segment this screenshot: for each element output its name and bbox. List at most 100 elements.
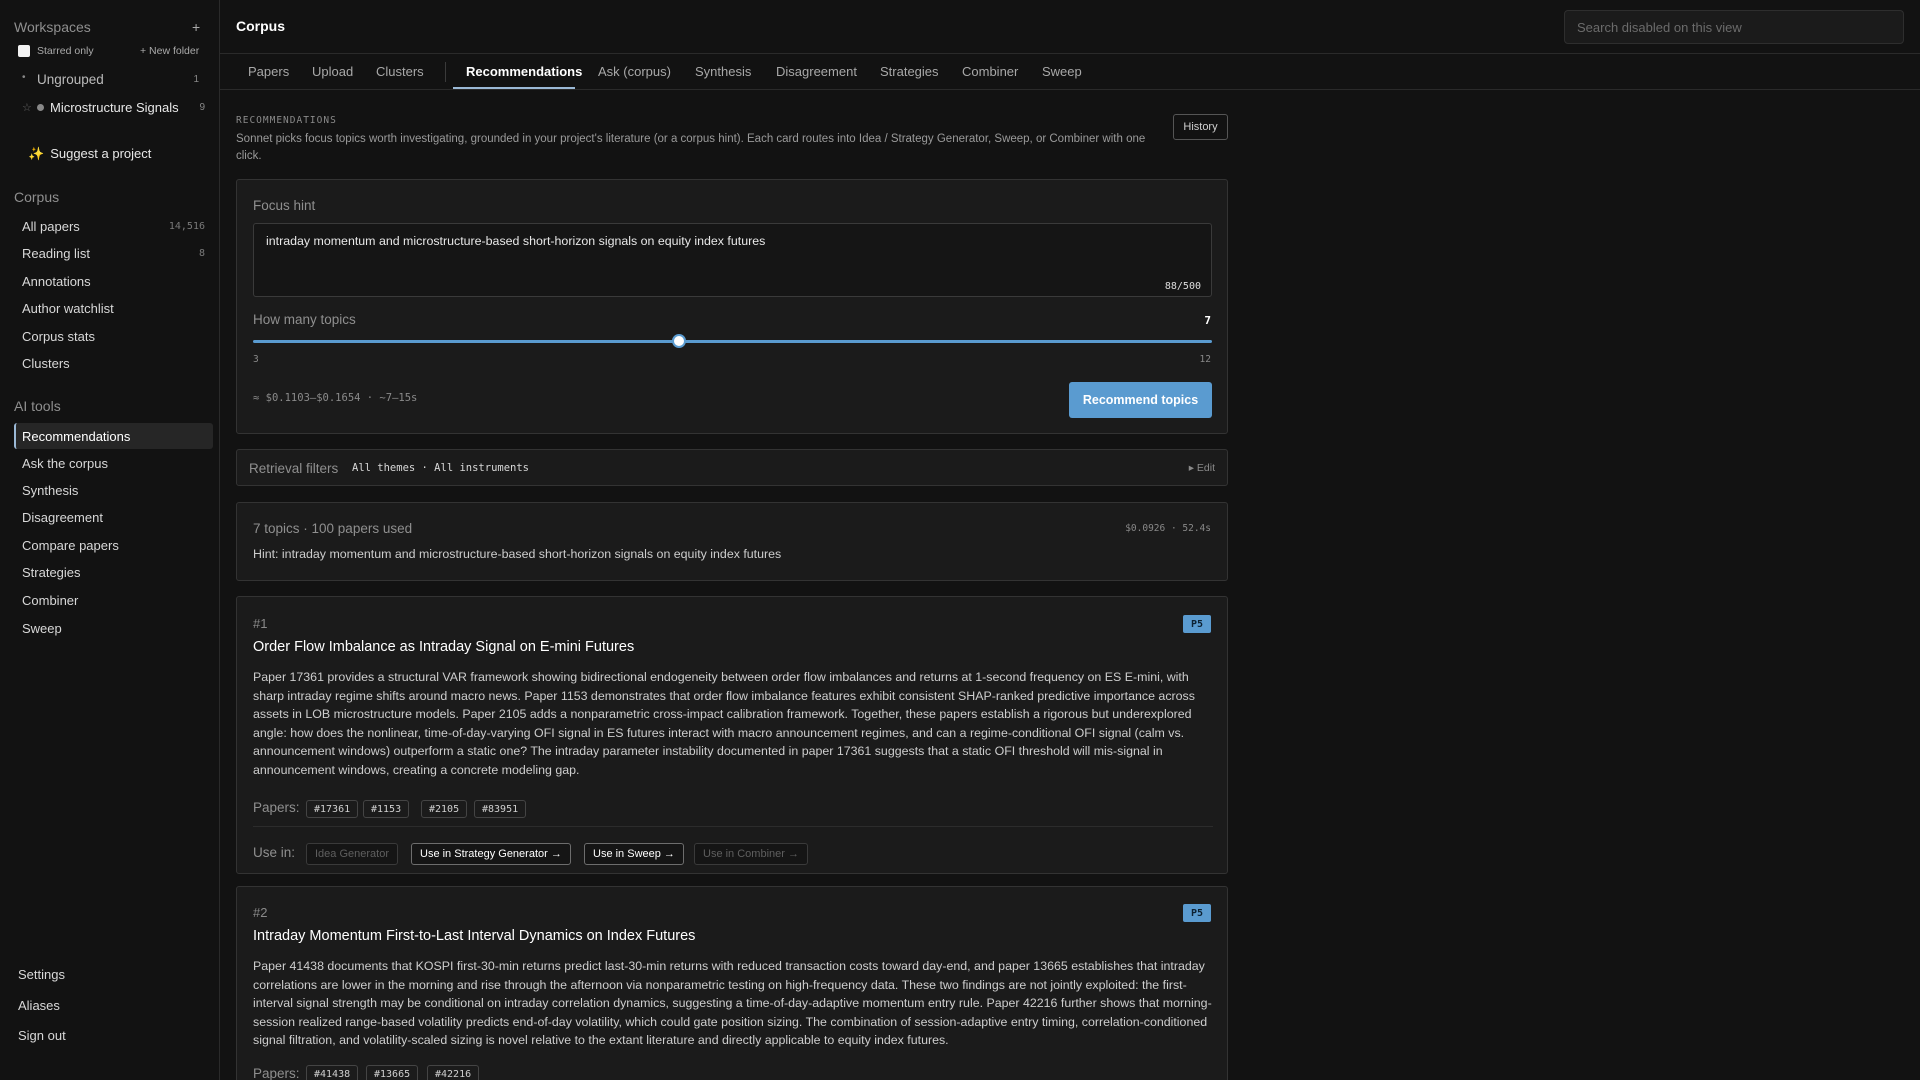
sidebar-item-author-watchlist[interactable]: Author watchlist <box>14 295 213 321</box>
topics-slider-track[interactable] <box>253 340 1212 343</box>
tab-upload[interactable]: Upload <box>312 64 353 79</box>
slider-min-label: 3 <box>253 354 259 365</box>
suggest-project-label: Suggest a project <box>50 146 152 161</box>
top-bar: Corpus <box>220 0 1920 54</box>
workspaces-title: Workspaces <box>14 19 91 35</box>
sidebar-item-compare-papers[interactable]: Compare papers <box>14 532 213 558</box>
add-workspace-icon[interactable]: + <box>192 19 200 35</box>
sidebar-item-synthesis[interactable]: Synthesis <box>14 477 213 503</box>
ai-tools-section-title: AI tools <box>14 398 61 414</box>
sidebar-item-all-papers[interactable]: All papers 14,516 <box>14 213 213 239</box>
chevron-right-icon[interactable]: • <box>22 72 26 83</box>
priority-badge: P5 <box>1183 615 1211 633</box>
tab-combiner[interactable]: Combiner <box>962 64 1018 79</box>
papers-label: Papers: <box>253 1066 300 1080</box>
folder-ungrouped[interactable]: Ungrouped 1 <box>37 72 213 87</box>
results-meta: $0.0926 · 52.4s <box>1125 523 1211 534</box>
sidebar-item-count: 8 <box>198 247 205 259</box>
sidebar-item-disagreement[interactable]: Disagreement <box>14 504 213 530</box>
sidebar-item-reading-list[interactable]: Reading list 8 <box>14 240 213 266</box>
tab-disagreement[interactable]: Disagreement <box>776 64 857 79</box>
slider-max-label: 12 <box>1199 354 1211 365</box>
sidebar-item-label: Ask the corpus <box>22 455 108 471</box>
paper-chip[interactable]: #41438 <box>306 1065 359 1080</box>
topic-body: Paper 41438 documents that KOSPI first-3… <box>253 959 1212 1048</box>
tab-strategies[interactable]: Strategies <box>880 64 939 79</box>
focus-hint-label: Focus hint <box>253 198 316 213</box>
star-icon[interactable]: ☆ <box>22 101 32 114</box>
retrieval-filters-bar[interactable]: Retrieval filters All themes · All instr… <box>236 449 1228 486</box>
use-in-sweep-button[interactable]: Use in Sweep → <box>584 843 684 865</box>
focus-hint-textarea[interactable]: intraday momentum and microstructure-bas… <box>253 223 1212 297</box>
tab-sweep[interactable]: Sweep <box>1042 64 1082 79</box>
sidebar-item-label: Annotations <box>22 273 91 289</box>
tab-recommendations[interactable]: Recommendations <box>466 64 582 79</box>
sidebar-item-clusters[interactable]: Clusters <box>14 350 213 376</box>
sidebar-item-recommendations[interactable]: Recommendations <box>14 423 213 449</box>
tab-ask-corpus[interactable]: Ask (corpus) <box>598 64 671 79</box>
sidebar-item-label: Sweep <box>22 620 62 636</box>
topic-rank: #1 <box>253 616 268 631</box>
sidebar-item-label: Clusters <box>22 355 70 371</box>
section-eyebrow: RECOMMENDATIONS <box>236 115 337 126</box>
tab-clusters[interactable]: Clusters <box>376 64 424 79</box>
topics-slider-thumb[interactable] <box>671 334 686 348</box>
use-in-strategy-generator-button[interactable]: Use in Strategy Generator → <box>411 843 571 865</box>
tab-bar: Papers Upload Clusters Recommendations A… <box>220 54 1920 90</box>
sidebar-item-sweep[interactable]: Sweep <box>14 615 213 641</box>
history-button[interactable]: History <box>1173 114 1228 140</box>
suggest-project-button[interactable]: ✨ Suggest a project <box>28 146 151 162</box>
sidebar-item-label: Reading list <box>22 245 90 261</box>
sidebar-item-strategies[interactable]: Strategies <box>14 559 213 585</box>
sidebar-item-combiner[interactable]: Combiner <box>14 587 213 613</box>
sidebar: Workspaces + Starred only + New folder •… <box>0 0 220 1080</box>
sidebar-item-label: Synthesis <box>22 482 79 498</box>
papers-label: Papers: <box>253 800 300 815</box>
section-description: Sonnet picks focus topics worth investig… <box>236 133 1146 162</box>
divider <box>253 826 1213 827</box>
sidebar-item-count: 14,516 <box>168 220 205 232</box>
topic-title: Intraday Momentum First-to-Last Interval… <box>253 928 696 944</box>
search-input[interactable] <box>1564 10 1904 44</box>
tab-separator <box>445 62 446 82</box>
sidebar-item-label: Combiner <box>22 592 79 608</box>
sidebar-item-corpus-stats[interactable]: Corpus stats <box>14 323 213 349</box>
settings-link[interactable]: Settings <box>18 967 65 982</box>
cost-estimate: ≈ $0.1103–$0.1654 · ~7–15s <box>253 392 418 404</box>
corpus-section-title: Corpus <box>14 189 60 205</box>
sparkle-icon: ✨ <box>28 146 45 161</box>
aliases-link[interactable]: Aliases <box>18 998 60 1013</box>
page-title: Corpus <box>236 18 285 34</box>
sidebar-item-annotations[interactable]: Annotations <box>14 268 213 294</box>
retrieval-filters-value: All themes · All instruments <box>352 462 530 474</box>
paper-chip[interactable]: #17361 <box>306 800 359 818</box>
new-folder-button[interactable]: + New folder <box>140 45 199 57</box>
paper-chip[interactable]: #83951 <box>474 800 527 818</box>
sidebar-item-label: Disagreement <box>22 509 103 525</box>
sign-out-link[interactable]: Sign out <box>18 1028 66 1043</box>
starred-only-checkbox[interactable] <box>18 45 30 57</box>
sidebar-item-label: All papers <box>22 218 80 234</box>
topics-count-value: 7 <box>1204 314 1211 327</box>
sidebar-item-ask-the-corpus[interactable]: Ask the corpus <box>14 450 213 476</box>
starred-only-label: Starred only <box>37 45 94 57</box>
paper-chip[interactable]: #1153 <box>363 800 410 818</box>
focus-hint-value: intraday momentum and microstructure-bas… <box>266 234 766 248</box>
folder-color-dot <box>37 104 44 111</box>
idea-generator-button[interactable]: Idea Generator <box>306 843 398 865</box>
retrieval-filters-label: Retrieval filters <box>249 461 339 476</box>
tab-papers[interactable]: Papers <box>248 64 289 79</box>
use-in-combiner-button[interactable]: Use in Combiner → <box>694 843 808 865</box>
tab-synthesis[interactable]: Synthesis <box>695 64 751 79</box>
topic-body: Paper 17361 provides a structural VAR fr… <box>253 670 1195 777</box>
edit-filters-button[interactable]: ▸ Edit <box>1189 462 1215 474</box>
results-summary-card: 7 topics · 100 papers used $0.0926 · 52.… <box>236 502 1228 581</box>
recommend-topics-button[interactable]: Recommend topics <box>1069 382 1212 418</box>
paper-chip[interactable]: #42216 <box>427 1065 480 1080</box>
paper-chip[interactable]: #13665 <box>366 1065 419 1080</box>
paper-chip[interactable]: #2105 <box>421 800 468 818</box>
sidebar-item-label: Recommendations <box>22 428 131 444</box>
folder-microstructure-signals[interactable]: Microstructure Signals 9 <box>50 100 213 115</box>
topic-title: Order Flow Imbalance as Intraday Signal … <box>253 639 635 655</box>
folder-count: 9 <box>199 102 205 113</box>
